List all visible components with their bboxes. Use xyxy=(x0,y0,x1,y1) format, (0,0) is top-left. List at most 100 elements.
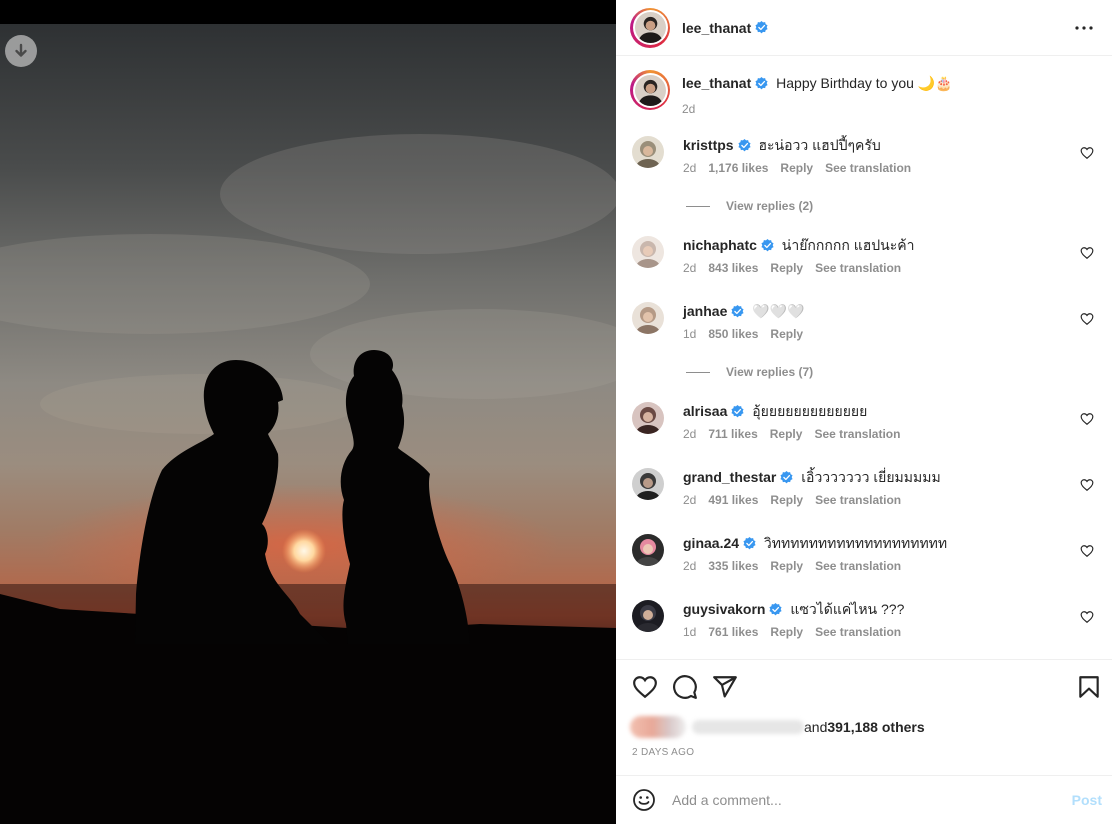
verified-badge-icon xyxy=(780,471,793,484)
see-translation-button[interactable]: See translation xyxy=(815,625,901,639)
emoji-smiley-icon[interactable] xyxy=(632,788,656,812)
heart-icon[interactable] xyxy=(1080,478,1094,492)
comment-likes[interactable]: 1,176 likes xyxy=(708,161,768,175)
comment-item: nichaphatc น่าย๊กกกกก แฮปนะค้า 2d 843 li… xyxy=(632,236,1102,275)
post-date: 2 DAYS AGO xyxy=(632,747,695,758)
share-send-icon[interactable] xyxy=(712,674,738,700)
comment-time[interactable]: 2d xyxy=(683,427,696,441)
comment-likes[interactable]: 761 likes xyxy=(708,625,758,639)
reply-button[interactable]: Reply xyxy=(770,559,803,573)
comment-likes[interactable]: 491 likes xyxy=(708,493,758,507)
comment-item: grand_thestar เอิ้ววววววว เยี่ยมมมมม 2d … xyxy=(632,468,1102,507)
see-translation-button[interactable]: See translation xyxy=(815,261,901,275)
likes-summary[interactable]: and 391,188 others xyxy=(630,716,925,738)
heart-icon[interactable] xyxy=(1080,610,1094,624)
comment-time[interactable]: 1d xyxy=(683,327,696,341)
verified-badge-icon xyxy=(761,239,774,252)
caption-story-ring[interactable] xyxy=(630,70,670,110)
comment-text: ฮะน่อวว แฮปปี้ๆครับ xyxy=(758,137,881,153)
comment-likes[interactable]: 850 likes xyxy=(708,327,758,341)
comment-username[interactable]: guysivakorn xyxy=(683,601,765,617)
comment-time[interactable]: 2d xyxy=(683,261,696,275)
see-translation-button[interactable]: See translation xyxy=(815,559,901,573)
caption-time[interactable]: 2d xyxy=(682,100,953,118)
post-header: lee_thanat xyxy=(616,0,1112,56)
reply-button[interactable]: Reply xyxy=(770,625,803,639)
see-translation-button[interactable]: See translation xyxy=(815,493,901,507)
like-heart-icon[interactable] xyxy=(632,674,658,700)
comment-username[interactable]: grand_thestar xyxy=(683,469,776,485)
header-username[interactable]: lee_thanat xyxy=(682,20,751,36)
bookmark-icon[interactable] xyxy=(1076,674,1102,700)
view-replies-label[interactable]: View replies (7) xyxy=(726,365,813,379)
caption-username[interactable]: lee_thanat xyxy=(682,75,751,91)
commenter-avatar[interactable] xyxy=(632,600,664,632)
more-options-button[interactable] xyxy=(1072,16,1096,40)
comment-item: kristtps ฮะน่อวว แฮปปี้ๆครับ 2d 1,176 li… xyxy=(632,136,1102,175)
post-photo[interactable] xyxy=(0,24,616,824)
caption-text: Happy Birthday to you 🌙🎂 xyxy=(776,75,953,91)
download-button[interactable] xyxy=(5,35,37,67)
comment-input[interactable] xyxy=(672,792,1072,808)
commenter-avatar[interactable] xyxy=(632,402,664,434)
avatar xyxy=(634,74,666,106)
post-panel: lee_thanat lee_thanat Happy Birthday to … xyxy=(616,0,1112,824)
commenter-avatar[interactable] xyxy=(632,302,664,334)
reply-button[interactable]: Reply xyxy=(780,161,813,175)
comment-text: อุ้ยยยยยยยยยยยยย xyxy=(752,403,868,419)
view-replies-label[interactable]: View replies (2) xyxy=(726,199,813,213)
comment-username[interactable]: alrisaa xyxy=(683,403,727,419)
divider xyxy=(686,371,710,373)
story-ring[interactable] xyxy=(630,7,670,48)
arrow-down-icon xyxy=(15,43,27,57)
see-translation-button[interactable]: See translation xyxy=(814,427,900,441)
comment-likes[interactable]: 843 likes xyxy=(708,261,758,275)
comment-username[interactable]: nichaphatc xyxy=(683,237,757,253)
verified-badge-icon xyxy=(743,537,756,550)
comment-text: แซวได้แค่ไหน ??? xyxy=(790,601,905,617)
verified-badge-icon xyxy=(755,77,768,90)
comment-time[interactable]: 1d xyxy=(683,625,696,639)
post-actions: and 391,188 others 2 DAYS AGO xyxy=(616,659,1112,775)
view-replies-button[interactable]: View replies (2) xyxy=(686,199,813,213)
comment-username[interactable]: kristtps xyxy=(683,137,734,153)
comment-item: guysivakorn แซวได้แค่ไหน ??? 1d 761 like… xyxy=(632,600,1102,639)
heart-icon[interactable] xyxy=(1080,412,1094,426)
comment-likes[interactable]: 711 likes xyxy=(708,427,757,441)
reply-button[interactable]: Reply xyxy=(770,261,803,275)
comment-bubble-icon[interactable] xyxy=(672,674,698,700)
heart-icon[interactable] xyxy=(1080,246,1094,260)
comment-text: เอิ้ววววววว เยี่ยมมมมม xyxy=(801,469,941,485)
comment-item: janhae 🤍🤍🤍 1d 850 likes Reply xyxy=(632,302,1102,341)
heart-icon[interactable] xyxy=(1080,312,1094,326)
heart-icon[interactable] xyxy=(1080,146,1094,160)
verified-badge-icon xyxy=(731,405,744,418)
likes-others-count[interactable]: 391,188 others xyxy=(827,719,924,735)
reply-button[interactable]: Reply xyxy=(770,493,803,507)
commenter-avatar[interactable] xyxy=(632,136,664,168)
post-caption: lee_thanat Happy Birthday to you 🌙🎂 2d xyxy=(630,70,953,118)
verified-badge-icon xyxy=(731,305,744,318)
liker-name xyxy=(692,720,804,734)
comment-time[interactable]: 2d xyxy=(683,493,696,507)
post-media xyxy=(0,0,616,824)
reply-button[interactable]: Reply xyxy=(770,427,803,441)
comment-time[interactable]: 2d xyxy=(683,161,696,175)
verified-badge-icon xyxy=(769,603,783,616)
see-translation-button[interactable]: See translation xyxy=(825,161,911,175)
commenter-avatar[interactable] xyxy=(632,468,664,500)
view-replies-button[interactable]: View replies (7) xyxy=(686,365,813,379)
post-comment-button[interactable]: Post xyxy=(1072,792,1102,808)
commenter-avatar[interactable] xyxy=(632,534,664,566)
comment-username[interactable]: ginaa.24 xyxy=(683,535,739,551)
heart-icon[interactable] xyxy=(1080,544,1094,558)
add-comment-bar: Post xyxy=(616,775,1112,824)
comments-list[interactable]: lee_thanat Happy Birthday to you 🌙🎂 2d k… xyxy=(616,56,1112,659)
reply-button[interactable]: Reply xyxy=(770,327,803,341)
comment-item: alrisaa อุ้ยยยยยยยยยยยยย 2d 711 likes Re… xyxy=(632,402,1102,441)
comment-likes[interactable]: 335 likes xyxy=(708,559,758,573)
comment-username[interactable]: janhae xyxy=(683,303,727,319)
comment-time[interactable]: 2d xyxy=(683,559,696,573)
commenter-avatar[interactable] xyxy=(632,236,664,268)
verified-badge-icon xyxy=(755,21,768,34)
